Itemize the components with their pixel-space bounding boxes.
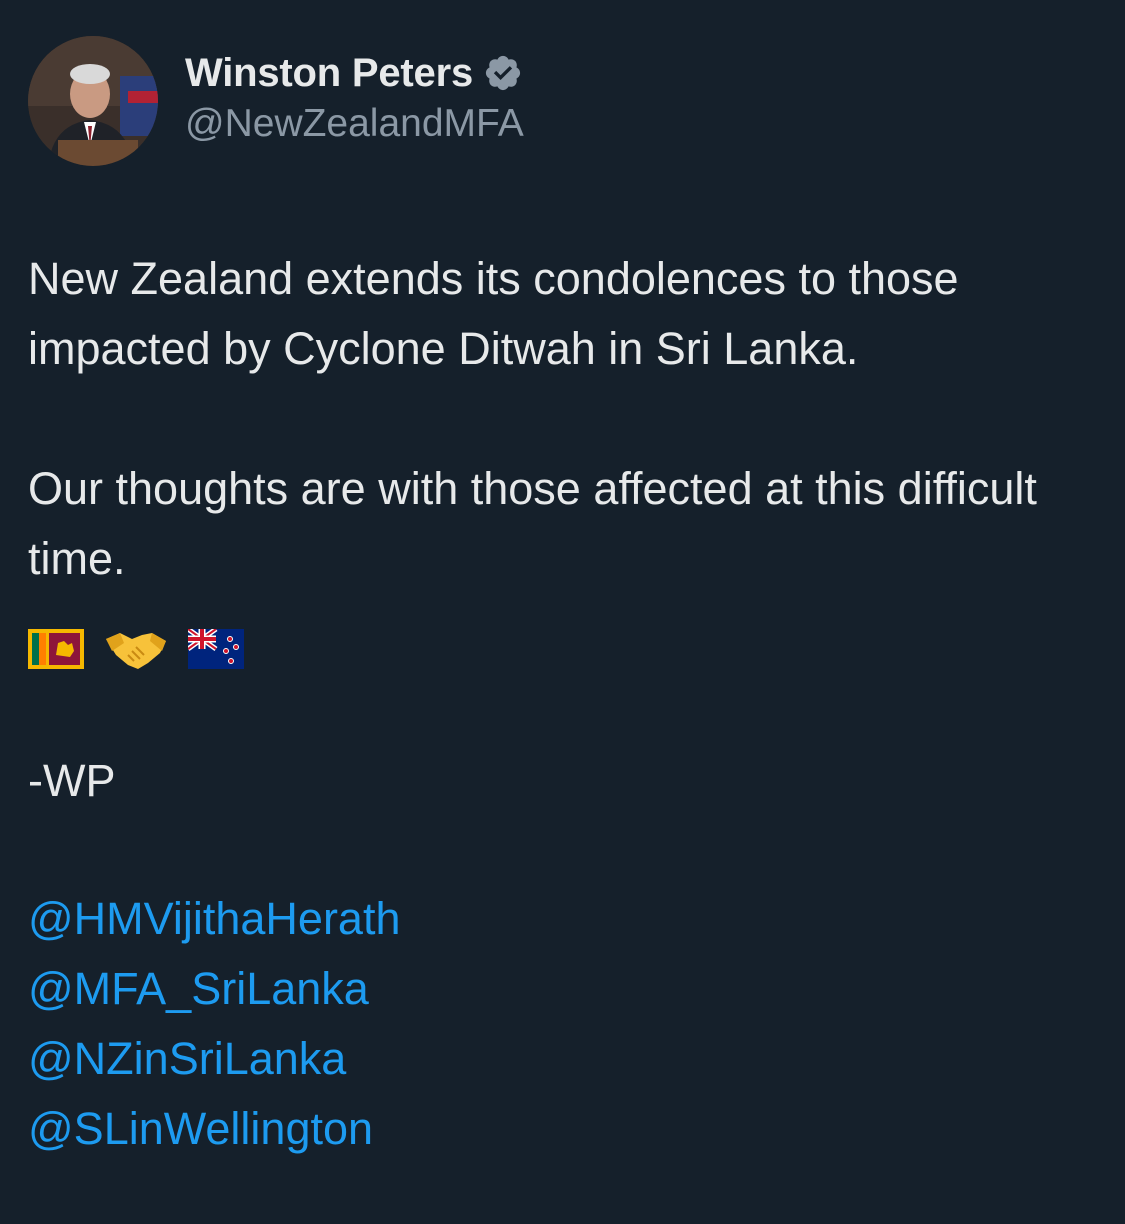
emoji-row [28,614,1108,684]
mention-link[interactable]: @NZinSriLanka [28,1024,1108,1094]
mentions-list: @HMVijithaHerath @MFA_SriLanka @NZinSriL… [28,884,1108,1164]
avatar[interactable] [28,36,158,166]
author-names: Winston Peters @NewZealandMFA [185,48,524,146]
verified-badge-icon[interactable] [483,53,523,93]
mention-link[interactable]: @HMVijithaHerath [28,884,1108,954]
display-name-row: Winston Peters [185,48,524,98]
sri-lanka-flag-icon [28,629,84,669]
mention-link[interactable]: @SLinWellington [28,1094,1108,1164]
handshake-icon [104,625,168,673]
tweet-card: Winston Peters @NewZealandMFA New Zealan… [0,0,1125,1224]
author-handle[interactable]: @NewZealandMFA [185,102,524,146]
display-name[interactable]: Winston Peters [185,51,473,96]
mention-link[interactable]: @MFA_SriLanka [28,954,1108,1024]
tweet-paragraph-1: New Zealand extends its condolences to t… [28,253,959,374]
tweet-header: Winston Peters @NewZealandMFA [28,36,1028,166]
new-zealand-flag-icon [188,629,244,669]
tweet-signoff: -WP [28,755,116,806]
tweet-body: New Zealand extends its condolences to t… [28,244,1108,1164]
tweet-paragraph-2: Our thoughts are with those affected at … [28,463,1037,584]
